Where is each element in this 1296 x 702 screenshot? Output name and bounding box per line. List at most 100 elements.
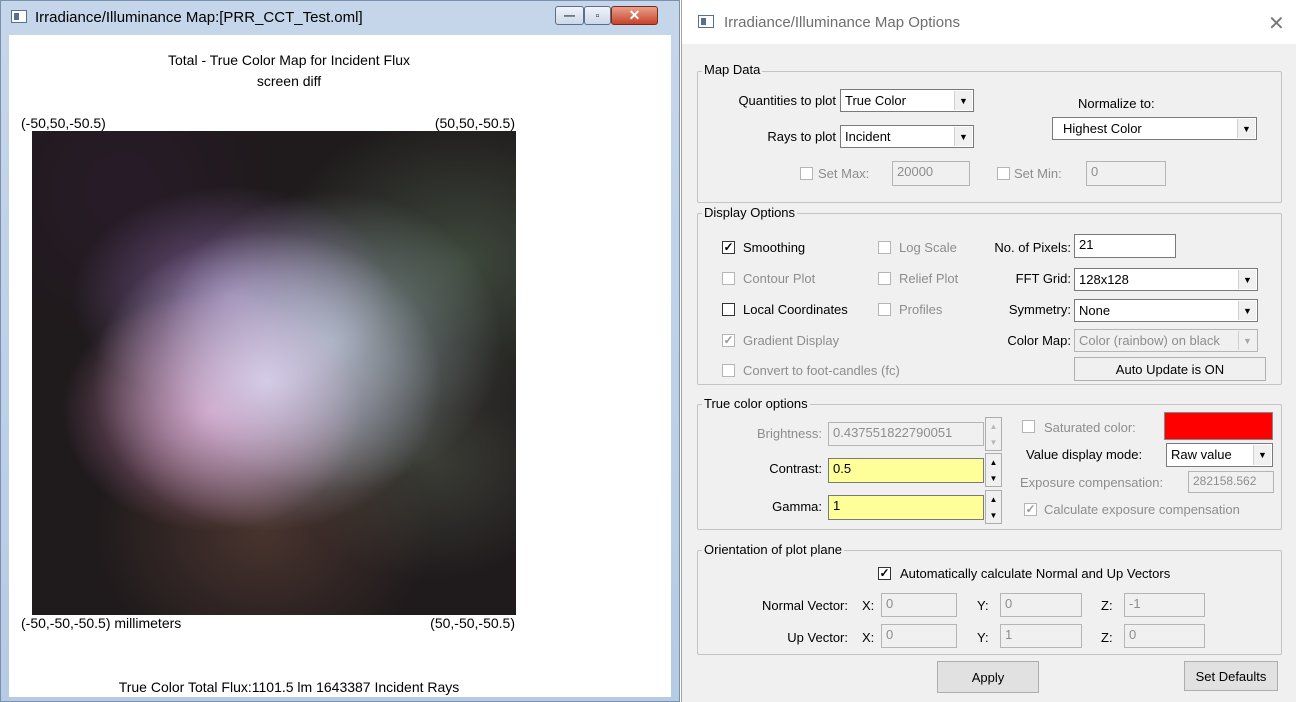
corner-label-top-right: (50,50,-50.5) (434, 115, 515, 131)
chevron-down-icon: ▼ (1253, 445, 1271, 465)
chevron-down-icon: ▼ (954, 127, 972, 146)
exposure-field[interactable]: 282158.562 (1188, 471, 1274, 493)
normal-y-field[interactable]: 0 (1000, 593, 1082, 617)
gradient-display-checkbox[interactable]: ✓ (722, 334, 735, 347)
up-x-label: X: (862, 630, 875, 645)
log-scale-checkbox[interactable] (878, 241, 891, 254)
smoothing-checkbox[interactable]: ✓ (722, 241, 735, 254)
calc-exposure-checkbox[interactable]: ✓ (1024, 503, 1037, 516)
set-min-field[interactable]: 0 (1086, 161, 1166, 186)
spin-down-icon: ▼ (989, 437, 998, 447)
normalize-select[interactable]: Highest Color ▼ (1052, 117, 1257, 140)
normal-y-label: Y: (977, 598, 989, 613)
local-coordinates-checkbox[interactable] (722, 303, 735, 316)
minimize-button[interactable]: — (555, 6, 584, 25)
normal-z-field[interactable]: -1 (1124, 593, 1205, 617)
color-map-value: Color (rainbow) on black (1079, 333, 1220, 348)
map-window-title: Irradiance/Illuminance Map:[PRR_CCT_Test… (35, 9, 363, 26)
saturated-color-label: Saturated color: (1044, 420, 1136, 435)
dialog-close-icon[interactable]: ✕ (1268, 11, 1285, 36)
contrast-label: Contrast: (769, 461, 822, 476)
rays-select[interactable]: Incident ▼ (840, 125, 974, 148)
fft-grid-value: 128x128 (1079, 272, 1129, 287)
pixels-field[interactable]: 21 (1074, 234, 1176, 258)
dialog-title: Irradiance/Illuminance Map Options (724, 14, 960, 31)
chevron-down-icon: ▼ (1238, 301, 1256, 320)
auto-update-status: Auto Update is ON (1074, 357, 1266, 381)
value-display-mode-select[interactable]: Raw value ▼ (1166, 443, 1273, 467)
set-defaults-button[interactable]: Set Defaults (1184, 661, 1278, 691)
spin-up-icon: ▲ (989, 421, 998, 431)
profiles-checkbox[interactable] (878, 303, 891, 316)
auto-calc-vectors-checkbox[interactable]: ✓ (878, 567, 891, 580)
display-options-legend: Display Options (702, 205, 798, 220)
set-max-label: Set Max: (818, 166, 870, 181)
normal-x-field[interactable]: 0 (881, 593, 957, 617)
rays-value: Incident (845, 129, 891, 144)
saturated-color-swatch[interactable] (1164, 412, 1273, 440)
value-display-mode-label: Value display mode: (1026, 447, 1143, 462)
gamma-spinner[interactable]: ▲ ▼ (985, 490, 1002, 524)
irradiance-map-window: Irradiance/Illuminance Map:[PRR_CCT_Test… (0, 0, 680, 702)
contrast-spinner[interactable]: ▲ ▼ (985, 453, 1002, 487)
brightness-spinner[interactable]: ▲ ▼ (985, 417, 1002, 451)
corner-label-bottom-right: (50,-50,-50.5) (430, 615, 515, 631)
color-map-select[interactable]: Color (rainbow) on black ▼ (1074, 329, 1258, 352)
up-z-label: Z: (1101, 630, 1113, 645)
up-y-field[interactable]: 1 (1000, 624, 1082, 648)
normal-z-label: Z: (1101, 598, 1113, 613)
chevron-down-icon: ▼ (954, 91, 972, 110)
calc-exposure-label: Calculate exposure compensation (1044, 502, 1240, 517)
symmetry-value: None (1079, 303, 1111, 318)
window-app-icon (11, 10, 27, 23)
brightness-label: Brightness: (756, 426, 822, 441)
quantities-select[interactable]: True Color ▼ (840, 89, 974, 112)
normal-vector-label: Normal Vector: (762, 598, 848, 613)
profiles-label: Profiles (899, 302, 943, 317)
set-max-field[interactable]: 20000 (892, 161, 970, 186)
normalize-label: Normalize to: (1078, 96, 1155, 111)
quantities-label: Quantities to plot (738, 93, 836, 108)
local-coordinates-label: Local Coordinates (743, 302, 848, 317)
fft-grid-select[interactable]: 128x128 ▼ (1074, 268, 1258, 291)
chevron-down-icon: ▼ (1237, 119, 1255, 138)
dialog-titlebar[interactable]: Irradiance/Illuminance Map Options ✕ (682, 0, 1296, 44)
contour-plot-checkbox[interactable] (722, 272, 735, 285)
true-color-legend: True color options (702, 396, 810, 411)
auto-calc-vectors-label: Automatically calculate Normal and Up Ve… (900, 566, 1171, 581)
corner-label-bottom-left: (-50,-50,-50.5) millimeters (21, 615, 182, 631)
smoothing-label: Smoothing (743, 240, 806, 255)
dialog-app-icon (698, 15, 714, 28)
gamma-field[interactable]: 1 (828, 495, 984, 520)
map-window-titlebar[interactable]: Irradiance/Illuminance Map:[PRR_CCT_Test… (1, 1, 679, 35)
saturated-color-checkbox[interactable] (1022, 420, 1035, 433)
brightness-field[interactable]: 0.437551822790051 (828, 422, 984, 446)
up-x-field[interactable]: 0 (881, 624, 957, 648)
chevron-down-icon: ▼ (1238, 270, 1256, 289)
foot-candles-checkbox[interactable] (722, 364, 735, 377)
spin-down-icon: ▼ (989, 473, 998, 483)
set-min-checkbox[interactable] (997, 167, 1010, 180)
contrast-field[interactable]: 0.5 (828, 458, 984, 483)
maximize-button[interactable]: ▫ (584, 6, 611, 25)
normalize-value: Highest Color (1063, 121, 1142, 136)
spin-down-icon: ▼ (989, 510, 998, 520)
fft-grid-label: FFT Grid: (1015, 271, 1071, 286)
true-color-map-image[interactable] (32, 131, 516, 615)
relief-plot-checkbox[interactable] (878, 272, 891, 285)
set-max-checkbox[interactable] (800, 167, 813, 180)
map-options-dialog: Irradiance/Illuminance Map Options ✕ Map… (681, 0, 1296, 702)
normal-x-label: X: (862, 598, 875, 613)
log-scale-label: Log Scale (899, 240, 957, 255)
close-button[interactable]: ✕ (611, 6, 658, 25)
contour-plot-label: Contour Plot (743, 271, 816, 286)
plot-title: Total - True Color Map for Incident Flux (168, 52, 410, 68)
up-y-label: Y: (977, 630, 989, 645)
spin-up-icon: ▲ (989, 457, 998, 467)
symmetry-select[interactable]: None ▼ (1074, 299, 1258, 322)
apply-button[interactable]: Apply (937, 661, 1039, 693)
relief-plot-label: Relief Plot (899, 271, 959, 286)
symmetry-label: Symmetry: (1008, 302, 1071, 317)
foot-candles-label: Convert to foot-candles (fc) (743, 363, 900, 378)
up-z-field[interactable]: 0 (1124, 624, 1205, 648)
